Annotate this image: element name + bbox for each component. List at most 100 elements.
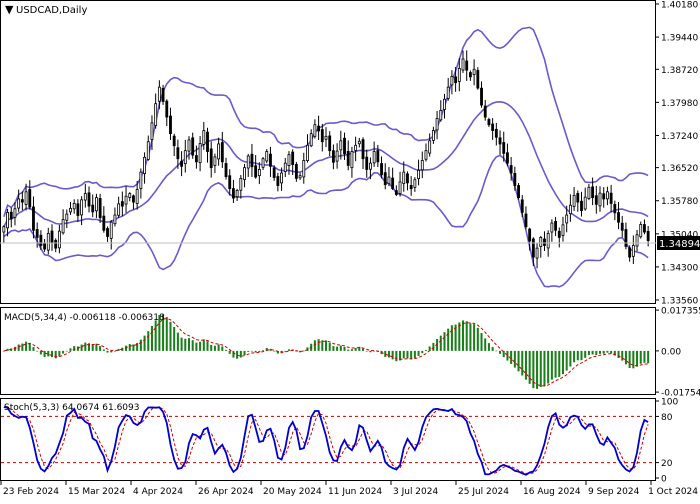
candle-body bbox=[376, 150, 380, 163]
candle-body bbox=[480, 87, 483, 106]
macd-bar bbox=[547, 350, 550, 384]
candle-body bbox=[46, 232, 50, 251]
macd-bar bbox=[225, 349, 228, 351]
candle-body bbox=[328, 135, 332, 152]
current-price-label: 1.34894 bbox=[659, 239, 700, 250]
time-axis: 23 Feb 2024 15 Mar 2024 4 Apr 2024 26 Apr 2… bbox=[0, 481, 698, 497]
candle-body bbox=[409, 185, 413, 190]
candle-body bbox=[20, 199, 24, 203]
macd-bar bbox=[328, 342, 331, 351]
macd-bar bbox=[639, 350, 642, 364]
macd-bar bbox=[543, 350, 546, 387]
macd-bar bbox=[450, 325, 453, 351]
time-tick-label: 23 Feb 2024 bbox=[3, 487, 59, 497]
macd-bar bbox=[569, 350, 572, 367]
candle-body bbox=[176, 147, 180, 160]
candle-body bbox=[194, 155, 198, 163]
candle-body bbox=[169, 115, 172, 135]
macd-bar bbox=[69, 348, 72, 351]
macd-bar bbox=[447, 328, 450, 351]
macd-bar bbox=[199, 341, 202, 351]
candle-body bbox=[306, 144, 309, 161]
price-tick-label: 1.38720 bbox=[661, 66, 698, 76]
macd-bar bbox=[387, 350, 390, 358]
candle-body bbox=[61, 219, 65, 234]
candle-body bbox=[343, 137, 346, 155]
price-tick-label: 1.33560 bbox=[661, 297, 698, 307]
macd-bar bbox=[132, 344, 135, 351]
macd-bar bbox=[598, 350, 602, 354]
candle-body bbox=[124, 195, 128, 205]
macd-bar bbox=[510, 350, 513, 364]
macd-bar bbox=[50, 350, 54, 358]
macd-bar bbox=[36, 350, 39, 352]
candle-body bbox=[261, 158, 265, 168]
candle-body bbox=[102, 215, 106, 231]
candle-body bbox=[243, 167, 246, 180]
macd-bar bbox=[147, 331, 150, 351]
candle-body bbox=[165, 100, 169, 118]
macd-bar bbox=[347, 349, 350, 351]
candle-body bbox=[331, 150, 335, 163]
candle-body bbox=[431, 130, 435, 141]
macd-bar bbox=[206, 341, 209, 351]
macd-bar bbox=[54, 350, 57, 359]
candle-body bbox=[528, 228, 532, 242]
macd-tick-label: 0.017355 bbox=[661, 307, 700, 317]
candle-body bbox=[365, 156, 369, 170]
price-tick-label: 1.34300 bbox=[661, 263, 698, 273]
macd-tick-label: 0.00 bbox=[661, 347, 681, 357]
candle-body bbox=[557, 230, 561, 238]
macd-bar bbox=[336, 346, 339, 351]
candle-body bbox=[335, 150, 339, 162]
candle-body bbox=[369, 162, 372, 170]
macd-bar bbox=[617, 350, 620, 358]
macd-bar bbox=[21, 343, 24, 351]
macd-bar bbox=[573, 350, 576, 363]
macd-label: MACD(5,34,4) -0.006118 -0.006318 bbox=[4, 313, 165, 323]
candle bbox=[265, 149, 269, 164]
candle-body bbox=[43, 243, 47, 250]
candle-body bbox=[272, 167, 276, 178]
candle-body bbox=[283, 162, 287, 172]
macd-bar bbox=[250, 350, 253, 352]
macd-bar bbox=[202, 339, 205, 351]
candle-body bbox=[598, 192, 602, 207]
macd-bar bbox=[362, 348, 365, 351]
candle-body bbox=[106, 228, 109, 237]
candle-body bbox=[257, 169, 261, 177]
macd-bar bbox=[169, 321, 172, 351]
macd-bar bbox=[621, 350, 624, 361]
candle-body bbox=[402, 171, 406, 184]
candle-body bbox=[146, 141, 150, 160]
macd-bar bbox=[369, 350, 372, 353]
macd-bar bbox=[243, 350, 246, 356]
macd-bar bbox=[173, 327, 176, 351]
candle-body bbox=[132, 195, 135, 203]
time-tick-label: 9 Sep 2024 bbox=[588, 487, 640, 497]
candle-body bbox=[294, 164, 298, 179]
macd-bar bbox=[110, 350, 113, 353]
candle-body bbox=[291, 151, 295, 165]
candle-body bbox=[239, 177, 243, 191]
macd-bar bbox=[643, 350, 646, 363]
candle bbox=[476, 67, 480, 90]
candle-body bbox=[494, 128, 498, 138]
macd-bar bbox=[402, 350, 405, 359]
candle-body bbox=[202, 130, 206, 145]
candle-body bbox=[635, 234, 639, 247]
candle-body bbox=[398, 181, 402, 194]
macd-bar bbox=[154, 320, 157, 351]
dropdown-triangle-icon[interactable]: ▼ bbox=[5, 3, 14, 16]
macd-bar bbox=[343, 346, 346, 351]
candle-body bbox=[580, 200, 583, 211]
candle-body bbox=[383, 172, 387, 186]
stoch-tick-label: 80 bbox=[661, 413, 673, 423]
candle-body bbox=[39, 234, 43, 246]
candle-body bbox=[572, 194, 576, 207]
price-tick-label: 1.35780 bbox=[661, 197, 698, 207]
candle-body bbox=[54, 239, 58, 249]
macd-bar bbox=[602, 350, 605, 354]
candle-body bbox=[57, 230, 61, 249]
candle-body bbox=[143, 156, 146, 174]
